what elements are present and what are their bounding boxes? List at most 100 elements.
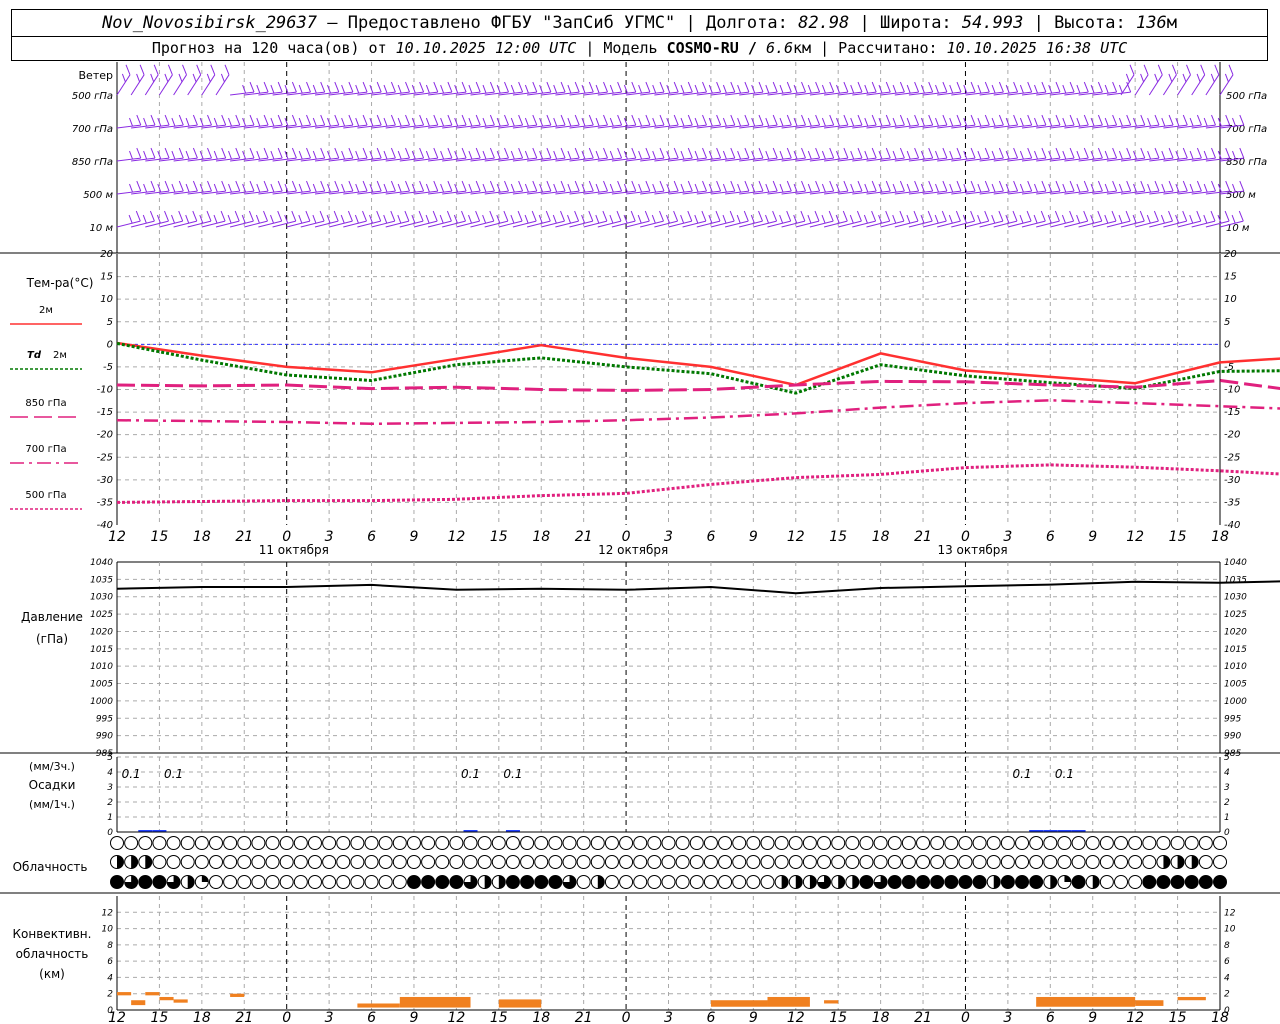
wind-barb <box>569 210 594 228</box>
cloud-cover-fill <box>138 875 152 889</box>
cloud-cover-circle <box>788 836 803 850</box>
cloud-cover-fill <box>484 875 492 889</box>
wind-level-label: 500 гПа <box>72 91 113 102</box>
wind-barb <box>1191 210 1216 228</box>
x-tick-label: 12 <box>447 529 465 545</box>
cloud-cover-fill <box>117 855 124 869</box>
cloud-cover-fill <box>1029 875 1043 889</box>
cloud-cover-circle <box>760 836 775 850</box>
x-tick-label-bottom: 15 <box>829 1010 847 1024</box>
cloud-cover-fill <box>1163 855 1170 869</box>
cloud-cover-circle <box>802 836 817 850</box>
x-tick-label: 18 <box>532 529 550 545</box>
cloud-cover-circle <box>1114 836 1129 850</box>
wind-barb <box>201 210 226 228</box>
cloud-cover-circle <box>788 855 803 869</box>
wind-barb <box>753 210 778 228</box>
cloud-cover-circle <box>774 836 789 850</box>
precip-ytick: 0 <box>107 828 113 838</box>
cloud-cover-circle <box>223 875 238 889</box>
cloud-cover-circle <box>633 855 648 869</box>
cloud-cover-circle <box>1156 836 1171 850</box>
cloud-cover-circle <box>378 836 393 850</box>
cloud-cover-circle <box>265 875 280 889</box>
x-tick-label: 18 <box>872 529 890 545</box>
date-label: 13 октября <box>937 543 1007 557</box>
x-tick-label-bottom: 21 <box>575 1010 593 1024</box>
wind-barb <box>682 210 707 228</box>
wind-barb <box>1064 210 1089 228</box>
wind-barb <box>159 210 184 228</box>
conv-ytick-right: 8 <box>1224 941 1230 951</box>
cloud-cover-circle <box>1071 836 1086 850</box>
x-tick-label: 15 <box>151 529 169 545</box>
conv-axis-label-line1: Конвективн. <box>13 927 92 941</box>
cloud-cover-circle <box>1213 855 1227 869</box>
cloud-cover-fill <box>1072 875 1086 889</box>
wind-barb <box>611 210 636 228</box>
cloud-cover-fill <box>1050 875 1057 889</box>
cloud-cover-circle <box>392 836 407 850</box>
cloud-cover-circle <box>845 855 860 869</box>
x-tick-label-bottom: 12 <box>447 1010 465 1024</box>
cloud-cover-circle <box>307 836 322 850</box>
cloud-cover-circle <box>633 836 648 850</box>
wind-barb <box>583 210 608 228</box>
x-tick-label-bottom: 18 <box>193 1010 211 1024</box>
cloud-cover-circle <box>817 855 832 869</box>
wind-barb <box>795 210 820 228</box>
cloud-cover-circle <box>703 855 718 869</box>
temp-legend-label: 850 гПа <box>25 398 66 409</box>
cloud-cover-circle <box>364 855 379 869</box>
wind-barb <box>215 210 240 228</box>
cloud-cover-circle <box>1000 836 1015 850</box>
cloud-cover-circle <box>1114 855 1129 869</box>
cloud-cover-circle <box>307 855 322 869</box>
cloud-cover-circle <box>576 836 591 850</box>
conv-ytick: 4 <box>107 973 113 983</box>
cloud-cover-fill <box>1213 875 1227 889</box>
wind-barb <box>922 210 947 228</box>
wind-barb <box>526 210 551 228</box>
cloud-cover-fill <box>973 875 987 889</box>
cloud-cover-circle <box>1057 836 1072 850</box>
temp-ytick: -20 <box>97 430 113 441</box>
wind-level-label: 500 м <box>83 190 113 201</box>
wind-barb <box>116 210 141 228</box>
conv-ytick-right: 4 <box>1224 973 1230 983</box>
x-tick-label-bottom: 3 <box>1003 1010 1012 1024</box>
convective-cloud-bar <box>767 996 810 1007</box>
cloud-cover-fill <box>407 875 421 889</box>
wind-panel-label: Ветер <box>79 69 113 82</box>
x-tick-label-bottom: 6 <box>706 1010 715 1024</box>
x-tick-label-bottom: 6 <box>1046 1010 1055 1024</box>
cloud-cover-circle <box>647 875 662 889</box>
cloud-cover-fill <box>993 875 1001 889</box>
wind-barb <box>866 210 891 228</box>
cloud-cover-circle <box>1114 875 1129 889</box>
cloud-cover-circle <box>435 836 450 850</box>
cloud-cover-circle <box>689 836 704 850</box>
cloud-cover-circle <box>477 836 492 850</box>
pressure-ytick-right: 990 <box>1224 732 1241 742</box>
cloud-panel-label: Облачность <box>13 860 88 874</box>
cloud-cover-circle <box>972 855 987 869</box>
cloud-cover-circle <box>689 875 704 889</box>
cloud-cover-circle <box>548 836 563 850</box>
cloud-cover-circle <box>435 855 450 869</box>
convective-cloud-bar <box>131 1000 146 1006</box>
wind-barb <box>555 210 580 228</box>
convective-cloud-bar <box>498 999 542 1008</box>
x-tick-label: 6 <box>1046 529 1055 545</box>
x-tick-label: 15 <box>1169 529 1187 545</box>
cloud-cover-circle <box>831 836 846 850</box>
pressure-ytick: 1015 <box>90 645 113 655</box>
cloud-cover-circle <box>1128 836 1143 850</box>
wind-barb <box>1092 210 1117 228</box>
cloud-cover-circle <box>1099 836 1114 850</box>
conv-ytick-right: 10 <box>1224 925 1236 935</box>
wind-barb <box>300 210 325 228</box>
cloud-cover-circle <box>208 836 223 850</box>
cloud-cover-circle <box>194 855 209 869</box>
cloud-cover-circle <box>279 875 294 889</box>
